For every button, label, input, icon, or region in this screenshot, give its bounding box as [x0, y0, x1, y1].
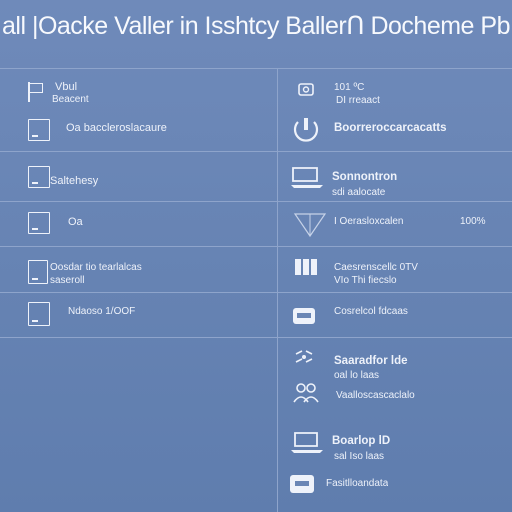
row-label: Caesrenscellc 0TV	[334, 262, 418, 273]
row-label: Ndaoso 1/OOF	[68, 306, 136, 317]
row-sublabel: Beacent	[52, 94, 89, 105]
grid-icon	[295, 259, 317, 275]
row-label: 101 ºC	[334, 82, 365, 93]
row-label: Saaradfor lde	[334, 355, 408, 367]
row-sublabel: sal Iso laas	[334, 451, 385, 462]
right-row-6[interactable]: Cosrelcol fdcaas	[278, 292, 512, 337]
row-label: Vbul	[55, 81, 78, 93]
row-label: Oa baccleroslacaure	[66, 122, 167, 134]
laptop-icon	[291, 167, 323, 188]
row-label: Boorreroccarcacatts	[334, 122, 447, 134]
document-icon	[28, 302, 50, 326]
camera-icon	[298, 83, 314, 96]
left-row-4[interactable]: Oa	[0, 201, 277, 246]
app-window: all |Oacke Valler in Isshtcy Ballerꓵ Doc…	[0, 0, 512, 512]
toolbox-icon	[290, 475, 314, 493]
right-row-10[interactable]: Fasitlloandata	[278, 466, 512, 506]
row-label: Oosdar tio tearlalcas	[50, 262, 142, 273]
toolbox-icon	[293, 308, 315, 324]
left-row-2[interactable]: Oa baccleroslacaure	[0, 110, 277, 151]
laptop-icon	[291, 432, 323, 453]
document-icon	[28, 166, 50, 188]
document-icon	[28, 260, 48, 284]
right-row-8[interactable]: Vaalloscascaclalo	[278, 376, 512, 416]
row-label: Saltehesy	[50, 175, 99, 187]
row-sublabel: DI rreaact	[336, 95, 380, 106]
left-row-3[interactable]: Saltehesy	[0, 151, 277, 201]
right-row-2[interactable]: Boorreroccarcacatts	[278, 110, 512, 151]
right-row-4[interactable]: I Oerasloxcalen 100%	[278, 201, 512, 246]
right-row-7[interactable]: Saaradfor lde oal lo laas	[278, 337, 512, 381]
right-row-9[interactable]: Boarlop lD sal Iso laas	[278, 420, 512, 466]
triangle-icon	[293, 213, 327, 238]
page-title: all |Oacke Valler in Isshtcy Ballerꓵ Doc…	[2, 12, 510, 40]
row-label: Sonnontron	[332, 171, 398, 183]
document-icon	[28, 212, 50, 234]
row-label: Vaalloscascaclalo	[336, 390, 415, 401]
row-label: Cosrelcol fdcaas	[334, 306, 408, 317]
document-icon	[28, 119, 50, 141]
right-row-3[interactable]: Sonnontron sdi aalocate	[278, 151, 512, 201]
right-row-1[interactable]: 101 ºC DI rreaact	[278, 68, 512, 110]
left-row-1[interactable]: Vbul Beacent	[0, 68, 277, 110]
people-icon	[293, 383, 319, 403]
left-row-5[interactable]: Oosdar tio tearlalcas saseroll	[0, 246, 277, 292]
row-value: 100%	[460, 216, 486, 227]
power-icon	[293, 118, 319, 142]
row-label: I Oerasloxcalen	[334, 216, 404, 227]
flag-icon	[28, 82, 44, 102]
row-label: Oa	[68, 216, 83, 228]
row-label: Fasitlloandata	[326, 478, 389, 489]
row-label: Boarlop lD	[332, 435, 391, 447]
row-sublabel: sdi aalocate	[332, 187, 386, 198]
left-row-6[interactable]: Ndaoso 1/OOF	[0, 292, 277, 337]
row-sublabel: VIo Thi fiecslo	[334, 275, 397, 286]
link-icon	[295, 350, 313, 363]
row-sublabel: saseroll	[50, 275, 85, 286]
right-row-5[interactable]: Caesrenscellc 0TV VIo Thi fiecslo	[278, 246, 512, 292]
